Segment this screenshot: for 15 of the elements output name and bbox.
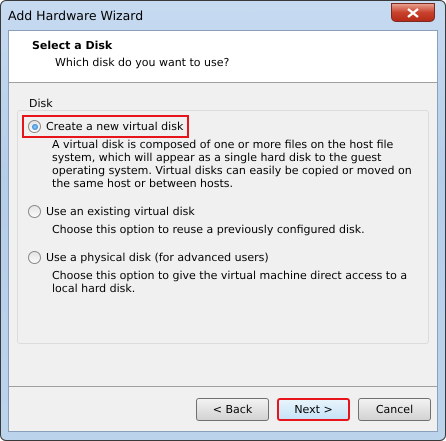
close-icon bbox=[407, 8, 419, 18]
radio-option[interactable]: Use an existing virtual disk bbox=[22, 200, 201, 223]
wizard-button[interactable]: < Back bbox=[196, 398, 269, 420]
window-title: Add Hardware Wizard bbox=[8, 8, 144, 23]
group-label: Disk bbox=[29, 97, 54, 110]
wizard-button[interactable]: Next > bbox=[277, 398, 350, 420]
option-description: Choose this option to reuse a previously configured disk. bbox=[52, 223, 366, 236]
option-description: Choose this option to give the virtual machine direct access to a local hard disk. bbox=[52, 269, 408, 295]
page-subtitle: Which disk do you want to use? bbox=[54, 56, 230, 69]
close-button[interactable] bbox=[391, 3, 435, 22]
page-title: Select a Disk bbox=[32, 39, 114, 52]
radio-option[interactable]: Use a physical disk (for advanced users) bbox=[22, 246, 275, 269]
wizard-button[interactable]: Cancel bbox=[358, 398, 431, 420]
radio-option[interactable]: Create a new virtual disk bbox=[22, 115, 190, 138]
option-description: A virtual disk is composed of one or more files on the host file system, which will appear as a single hard disk to the guest operating system. Virtual disks can easily be copied or moved on the same host or between hosts. bbox=[52, 138, 413, 190]
